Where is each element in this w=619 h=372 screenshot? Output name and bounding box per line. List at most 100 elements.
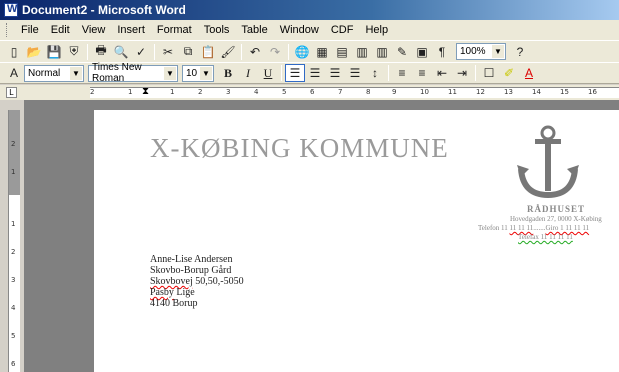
phone-dots: ....... [533, 224, 546, 232]
print-preview-icon[interactable]: 🔍 [111, 43, 131, 61]
ruler-tick: 7 [338, 88, 343, 96]
font-color-icon[interactable]: A [519, 64, 539, 82]
recipient-line2: Skovbo-Borup Gård [150, 265, 232, 276]
toolbar-separator [87, 43, 88, 60]
menu-table[interactable]: Table [235, 24, 273, 36]
chevron-down-icon: ▼ [492, 45, 504, 58]
ruler-tick: 2 [198, 88, 203, 96]
save-icon[interactable]: 💾 [44, 43, 64, 61]
ruler-tick: 4 [11, 304, 16, 312]
align-left-icon[interactable]: ☰ [285, 64, 305, 82]
numbering-icon[interactable]: ≡ [392, 64, 412, 82]
insert-excel-icon[interactable]: ▥ [352, 43, 372, 61]
menu-insert[interactable]: Insert [111, 24, 151, 36]
chevron-down-icon: ▼ [164, 66, 176, 80]
zoom-select[interactable]: 100% ▼ [456, 43, 506, 60]
ruler-margin-shade [9, 110, 20, 195]
ruler-tick: 6 [11, 360, 16, 368]
help-icon[interactable]: ? [510, 43, 530, 61]
street-name: Skovbovej [150, 276, 193, 287]
radhuset-phone-line: Telefon 11 11 11 11.......Giro 1 11 11 1… [478, 224, 589, 232]
bold-button[interactable]: B [218, 64, 238, 82]
horizontal-ruler[interactable]: 2 1 1 2 3 4 5 6 7 8 9 10 11 12 13 14 15 … [90, 86, 619, 98]
hyperlink-icon[interactable]: 🌐 [292, 43, 312, 61]
ruler-tick: 5 [282, 88, 287, 96]
toolbar-separator [288, 43, 289, 60]
ruler-tick: 1 [11, 168, 16, 176]
ruler-tick: 1 [170, 88, 175, 96]
recipient-name: Anne-Lise Andersen [150, 254, 233, 265]
radhuset-fax: Telefax 11 11 11 11 [518, 233, 573, 241]
print-icon[interactable]: 🖶 [91, 43, 111, 61]
highlight-icon[interactable]: ✐ [499, 64, 519, 82]
align-center-icon[interactable]: ☰ [305, 64, 325, 82]
styles-icon[interactable]: A [4, 64, 24, 82]
vertical-ruler[interactable]: 2 1 1 2 3 4 5 6 [8, 110, 20, 372]
menu-edit[interactable]: Edit [45, 24, 76, 36]
standard-toolbar: ▯ 📂 💾 ⛨ 🖶 🔍 ✓ ✂ ⧉ 📋 🖌 ↶ ↷ 🌐 ▦ ▤ ▥ ▥ ✎ ▣ … [0, 40, 619, 62]
menu-file[interactable]: File [15, 24, 45, 36]
undo-icon[interactable]: ↶ [245, 43, 265, 61]
ruler-tick: 1 [11, 220, 16, 228]
redo-icon[interactable]: ↷ [265, 43, 285, 61]
ruler-tick: 2 [11, 140, 16, 148]
justify-icon[interactable]: ☰ [345, 64, 365, 82]
open-folder-icon[interactable]: 📂 [24, 43, 44, 61]
town-name: Pasby [150, 287, 174, 298]
copy-icon[interactable]: ⧉ [178, 43, 198, 61]
toolbar-separator [388, 65, 389, 81]
chevron-down-icon: ▼ [200, 66, 212, 80]
italic-button[interactable]: I [238, 64, 258, 82]
radhuset-address: Hovedgaden 27, 0000 X-Købing [510, 215, 602, 223]
ruler-tick: 1 [128, 88, 133, 96]
menu-bar: File Edit View Insert Format Tools Table… [0, 20, 619, 40]
ruler-tick: 11 [448, 88, 457, 96]
bullets-icon[interactable]: ≡ [412, 64, 432, 82]
chevron-down-icon: ▼ [70, 66, 82, 80]
menu-help[interactable]: Help [359, 24, 394, 36]
tab-selector-icon[interactable]: L [6, 87, 17, 98]
menu-window[interactable]: Window [274, 24, 325, 36]
spelling-icon[interactable]: ✓ [131, 43, 151, 61]
ruler-tick: 2 [11, 248, 16, 256]
menu-format[interactable]: Format [151, 24, 198, 36]
font-select[interactable]: Times New Roman ▼ [88, 62, 178, 84]
menu-view[interactable]: View [76, 24, 112, 36]
ruler-tick: 4 [254, 88, 259, 96]
line-spacing-icon[interactable]: ↕ [365, 64, 385, 82]
menu-tools[interactable]: Tools [198, 24, 236, 36]
ruler-tick: 2 [90, 88, 95, 96]
underline-button[interactable]: U [258, 64, 278, 82]
street-rest: 50,50,-5050 [192, 276, 244, 287]
menubar-grip[interactable] [6, 23, 9, 37]
ruler-tick: 3 [226, 88, 231, 96]
insert-table-icon[interactable]: ▤ [332, 43, 352, 61]
permission-icon[interactable]: ⛨ [64, 43, 84, 61]
paste-icon[interactable]: 📋 [198, 43, 218, 61]
document-map-icon[interactable]: ▣ [412, 43, 432, 61]
drawing-icon[interactable]: ✎ [392, 43, 412, 61]
toolbar-separator [281, 65, 282, 81]
font-size-value: 10 [186, 67, 198, 79]
show-hide-icon[interactable]: ¶ [432, 43, 452, 61]
word-app-icon[interactable] [4, 3, 18, 17]
font-size-select[interactable]: 10 ▼ [182, 64, 214, 82]
style-select[interactable]: Normal ▼ [24, 64, 84, 82]
decrease-indent-icon[interactable]: ⇤ [432, 64, 452, 82]
ruler-tick: 14 [532, 88, 541, 96]
zoom-value: 100% [460, 46, 486, 57]
ruler-tick: 16 [588, 88, 597, 96]
tables-borders-icon[interactable]: ▦ [312, 43, 332, 61]
cut-icon[interactable]: ✂ [158, 43, 178, 61]
columns-icon[interactable]: ▥ [372, 43, 392, 61]
indent-marker-icon[interactable]: ⧗ [142, 86, 149, 97]
title-bar[interactable]: Document2 - Microsoft Word [0, 0, 619, 20]
border-icon[interactable]: ☐ [479, 64, 499, 82]
new-document-icon[interactable]: ▯ [4, 43, 24, 61]
format-painter-icon[interactable]: 🖌 [218, 43, 238, 61]
menu-cdf[interactable]: CDF [325, 24, 360, 36]
increase-indent-icon[interactable]: ⇥ [452, 64, 472, 82]
toolbar-separator [154, 43, 155, 60]
ruler-tick: 15 [560, 88, 569, 96]
align-right-icon[interactable]: ☰ [325, 64, 345, 82]
